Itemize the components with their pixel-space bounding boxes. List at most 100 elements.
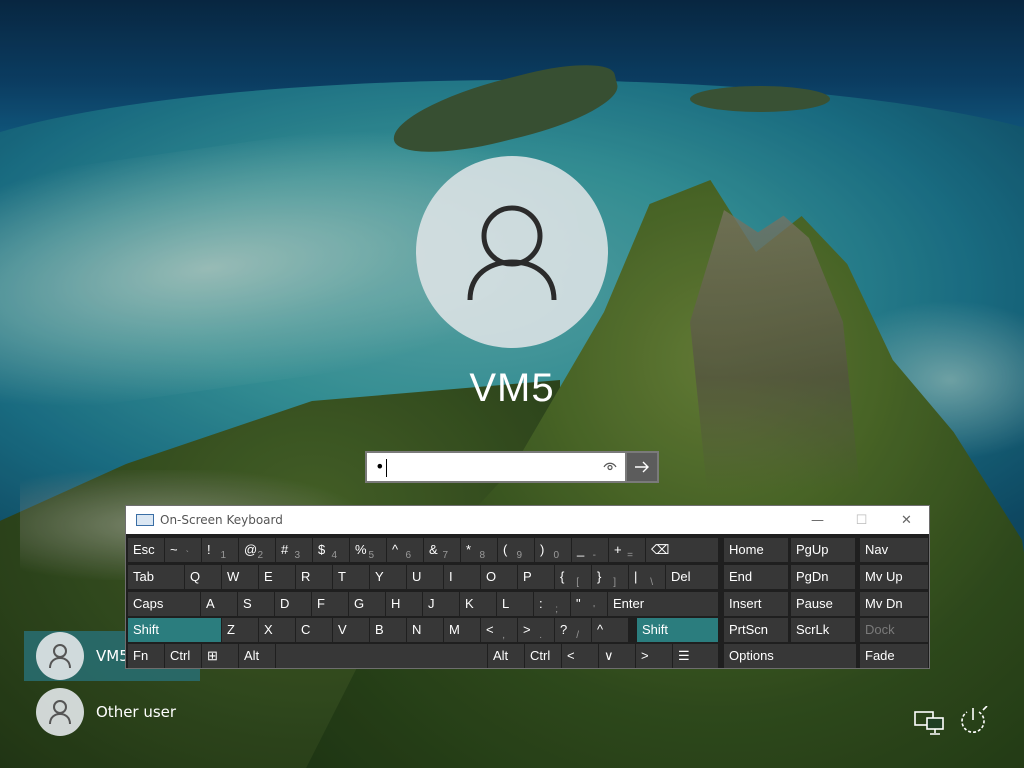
key-pgup[interactable]: PgUp [791,538,855,562]
key-home[interactable]: Home [724,538,788,562]
key-ctrl[interactable]: Ctrl [525,644,561,668]
key-caps[interactable]: Caps [128,592,200,616]
key-symbol[interactable]: <, [481,618,517,642]
key-label: Options [729,648,774,663]
key-symbol[interactable]: }] [592,565,628,589]
key-insert[interactable]: Insert [724,592,788,616]
user-list-item-other-user[interactable]: Other user [24,687,176,737]
key-label: ⊞ [207,648,218,663]
key-symbol[interactable]: @2 [239,538,275,562]
key-symbol[interactable]: % 5 [350,538,386,562]
key-symbol[interactable]: ^ 6 [387,538,423,562]
key-x[interactable]: X [259,618,295,642]
key-fn[interactable]: Fn [128,644,164,668]
network-icon[interactable] [912,708,946,738]
key-space[interactable] [276,644,487,668]
key-s[interactable]: S [238,592,274,616]
key-mv-up[interactable]: Mv Up [860,565,928,589]
key-r[interactable]: R [296,565,332,589]
key-a[interactable]: A [201,592,237,616]
key-shift[interactable]: Shift [637,618,718,642]
key-alt[interactable]: Alt [239,644,275,668]
key-h[interactable]: H [386,592,422,616]
maximize-button[interactable]: ☐ [839,506,884,534]
key-shift[interactable]: Shift [128,618,221,642]
key-tab[interactable]: Tab [128,565,184,589]
on-screen-keyboard[interactable]: On-Screen Keyboard — ☐ ✕ Esc ~ `! 1 @2 #3 $4% 5… [125,505,930,669]
key-symbol[interactable]: #3 [276,538,312,562]
eye-icon[interactable] [599,456,621,478]
key-label: P [523,569,532,584]
key-c[interactable]: C [296,618,332,642]
key-symbol[interactable]: ~ ` [165,538,201,562]
key-symbol[interactable]: ? / [555,618,591,642]
key-symbol[interactable]: ☰ [673,644,718,668]
key-symbol[interactable]: ) 0 [535,538,571,562]
key-symbol[interactable]: _ - [572,538,608,562]
key-j[interactable]: J [423,592,459,616]
key-mv-dn[interactable]: Mv Dn [860,592,928,616]
key-symbol[interactable]: {[ [555,565,591,589]
key-symbol[interactable]: " ' [571,592,607,616]
key-k[interactable]: K [460,592,496,616]
key-g[interactable]: G [349,592,385,616]
close-button[interactable]: ✕ [884,506,929,534]
key-symbol[interactable]: > [636,644,672,668]
key-label: W [227,569,240,584]
key-l[interactable]: L [497,592,533,616]
key-ctrl[interactable]: Ctrl [165,644,201,668]
key-symbol[interactable]: * 8 [461,538,497,562]
key-nav[interactable]: Nav [860,538,928,562]
key-enter[interactable]: Enter [608,592,718,616]
key-z[interactable]: Z [222,618,258,642]
key-del[interactable]: Del [666,565,718,589]
key-i[interactable]: I [444,565,480,589]
submit-button[interactable] [627,451,659,483]
key-label: Fn [133,648,149,663]
key-end[interactable]: End [724,565,788,589]
key-p[interactable]: P [518,565,554,589]
key-symbol[interactable]: :; [534,592,570,616]
osk-title-bar[interactable]: On-Screen Keyboard — ☐ ✕ [126,506,929,534]
key-alt[interactable]: Alt [488,644,524,668]
key-u[interactable]: U [407,565,443,589]
key-n[interactable]: N [407,618,443,642]
key-symbol[interactable]: + = [609,538,645,562]
key-esc[interactable]: Esc [128,538,164,562]
key-v[interactable]: V [333,618,369,642]
key-prtscn[interactable]: PrtScn [724,618,788,642]
key-symbol[interactable]: (9 [498,538,534,562]
key-sublabel: [ [576,577,579,588]
key-y[interactable]: Y [370,565,406,589]
key-d[interactable]: D [275,592,311,616]
key-w[interactable]: W [222,565,258,589]
user-name: VM5 [96,647,129,665]
key-symbol[interactable]: ⌫ [646,538,718,562]
key-symbol[interactable]: ! 1 [202,538,238,562]
key-f[interactable]: F [312,592,348,616]
key-o[interactable]: O [481,565,517,589]
key-label: > [523,622,531,637]
key-pause[interactable]: Pause [791,592,855,616]
key-symbol[interactable]: | \ [629,565,665,589]
key-symbol[interactable]: >. [518,618,554,642]
key-q[interactable]: Q [185,565,221,589]
key-scrlk[interactable]: ScrLk [791,618,855,642]
key-symbol[interactable]: ⊞ [202,644,238,668]
key-pgdn[interactable]: PgDn [791,565,855,589]
key-symbol[interactable]: ^ [592,618,628,642]
password-field[interactable]: • [365,451,627,483]
key-fade[interactable]: Fade [860,644,928,668]
key-options[interactable]: Options [724,644,856,668]
key-symbol[interactable]: < [562,644,598,668]
key-symbol[interactable]: ∨ [599,644,635,668]
key-m[interactable]: M [444,618,480,642]
key-symbol[interactable]: $4 [313,538,349,562]
password-value[interactable]: • [367,457,599,477]
key-t[interactable]: T [333,565,369,589]
key-e[interactable]: E [259,565,295,589]
minimize-button[interactable]: — [795,506,840,534]
power-accessibility-icon[interactable] [958,706,992,736]
key-b[interactable]: B [370,618,406,642]
key-symbol[interactable]: & 7 [424,538,460,562]
